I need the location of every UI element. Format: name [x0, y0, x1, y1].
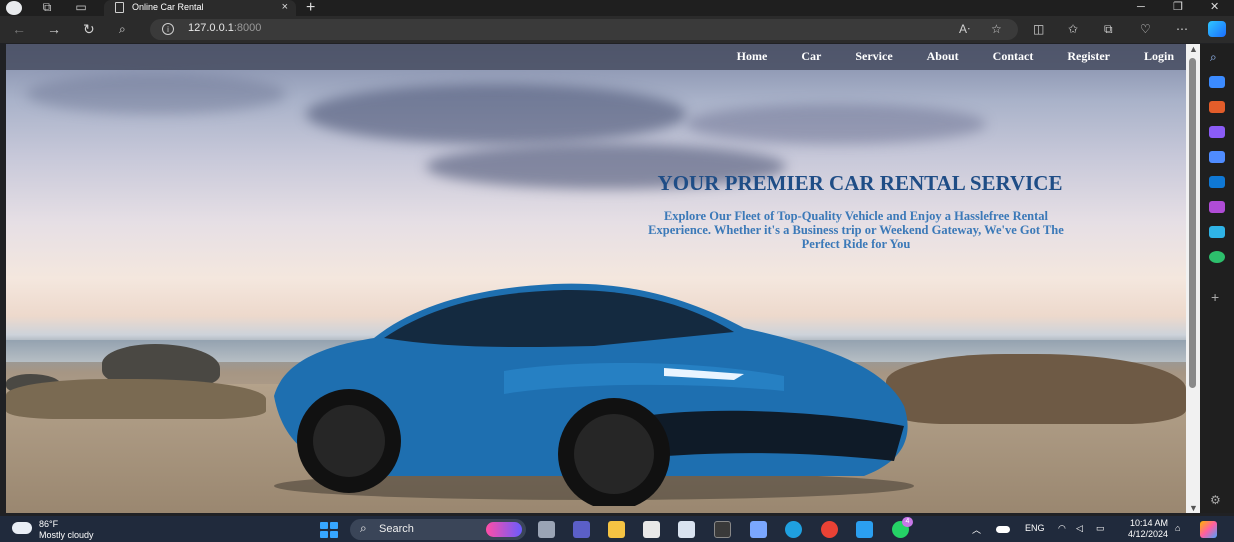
- edge-icon[interactable]: [785, 521, 802, 538]
- clock-time: 10:14 AM: [1129, 518, 1168, 528]
- volume-icon[interactable]: ◁: [1076, 523, 1083, 534]
- taskbar-clock[interactable]: 10:14 AM 4/12/2024: [1122, 518, 1168, 540]
- nav-contact[interactable]: Contact: [971, 44, 1046, 70]
- reload-icon[interactable]: ↻: [83, 22, 95, 36]
- url-host: 127.0.0.1: [188, 22, 234, 34]
- split-screen-icon[interactable]: ◫: [1033, 22, 1044, 36]
- page-scrollbar[interactable]: ▲ ▼: [1186, 44, 1200, 513]
- back-icon[interactable]: ←: [12, 22, 26, 36]
- sidebar-search-icon[interactable]: ⌕: [1210, 50, 1217, 65]
- file-explorer-icon[interactable]: [608, 521, 625, 538]
- language-indicator[interactable]: ENG: [1025, 523, 1045, 533]
- sidebar-tools-icon[interactable]: [1209, 101, 1225, 113]
- windows-taskbar: 86°F Mostly cloudy ⌕ Search 4 ︿ ENG ◠ ◁ …: [0, 516, 1234, 542]
- terminal-icon[interactable]: [714, 521, 731, 538]
- favorite-star-icon[interactable]: ☆: [991, 22, 1002, 36]
- bush: [886, 354, 1186, 424]
- forward-icon[interactable]: →: [47, 22, 61, 36]
- start-button[interactable]: [320, 522, 338, 538]
- collections-icon[interactable]: ⧉: [1104, 22, 1113, 37]
- site-navbar: Home Car Service About Contact Register …: [6, 44, 1186, 70]
- notifications-icon[interactable]: ⌂: [1175, 523, 1180, 533]
- rear-rim: [313, 405, 385, 477]
- sidebar-app-icon[interactable]: [1209, 76, 1225, 88]
- tab-strip: ⧉ ▭ Online Car Rental × + ─ ❐ ✕: [0, 0, 1234, 16]
- nav-login[interactable]: Login: [1122, 44, 1186, 70]
- site-info-icon[interactable]: i: [162, 23, 174, 35]
- nav-service[interactable]: Service: [833, 44, 904, 70]
- task-view-icon[interactable]: [538, 521, 555, 538]
- close-window-icon[interactable]: ✕: [1210, 0, 1219, 15]
- hero-title: YOUR PREMIER CAR RENTAL SERVICE: [657, 171, 1063, 195]
- url-port: :8000: [233, 22, 262, 34]
- search-highlight-graphic: [486, 522, 522, 537]
- tab-title: Online Car Rental: [132, 2, 204, 12]
- tray-overflow-icon[interactable]: ︿: [972, 523, 981, 536]
- site-nav-links: Home Car Service About Contact Register …: [715, 44, 1186, 70]
- favorites-icon[interactable]: ✩: [1068, 22, 1078, 36]
- front-rim: [574, 414, 654, 494]
- nav-about[interactable]: About: [905, 44, 971, 70]
- vscode-icon[interactable]: [856, 521, 873, 538]
- sky-cloud: [26, 74, 286, 114]
- new-tab-button[interactable]: +: [306, 0, 315, 17]
- minimize-icon[interactable]: ─: [1137, 0, 1145, 15]
- browser-essentials-icon[interactable]: ♡: [1140, 22, 1151, 36]
- sidebar-web-icon[interactable]: [1209, 251, 1225, 263]
- edge-sidebar: ⌕ + ⚙: [1200, 44, 1234, 513]
- restore-icon[interactable]: ❐: [1173, 0, 1183, 15]
- hero-subtitle: Explore Our Fleet of Top-Quality Vehicle…: [648, 209, 1064, 251]
- taskbar-search-icon: ⌕: [360, 521, 367, 535]
- tab-online-car-rental[interactable]: Online Car Rental ×: [104, 0, 296, 16]
- clock-date: 4/12/2024: [1127, 529, 1168, 539]
- wifi-icon[interactable]: ◠: [1058, 523, 1066, 534]
- sidebar-send-icon[interactable]: [1209, 226, 1225, 238]
- notepad-icon[interactable]: [678, 521, 695, 538]
- sidebar-games-icon[interactable]: [1209, 126, 1225, 138]
- sidebar-designer-icon[interactable]: [1209, 201, 1225, 213]
- sidebar-settings-icon[interactable]: ⚙: [1210, 493, 1221, 507]
- onedrive-icon[interactable]: [996, 526, 1010, 533]
- sidebar-copilot-icon[interactable]: [1209, 151, 1225, 163]
- teams-icon[interactable]: [573, 521, 590, 538]
- copilot-taskbar-icon[interactable]: [1200, 521, 1217, 538]
- page-icon: [115, 2, 124, 13]
- search-icon[interactable]: ⌕: [119, 22, 126, 36]
- nav-home[interactable]: Home: [715, 44, 780, 70]
- weather-temperature[interactable]: 86°F: [39, 519, 58, 529]
- browser-chrome: ⧉ ▭ Online Car Rental × + ─ ❐ ✕ ← → ↻ ⌕ …: [0, 0, 1234, 43]
- chrome-icon[interactable]: [821, 521, 838, 538]
- scroll-up-icon[interactable]: ▲: [1189, 44, 1198, 54]
- close-tab-icon[interactable]: ×: [282, 0, 288, 15]
- git-app-icon[interactable]: [750, 521, 767, 538]
- bush: [6, 379, 266, 419]
- taskbar-search[interactable]: ⌕ Search: [350, 519, 526, 540]
- battery-icon[interactable]: ▭: [1096, 523, 1105, 534]
- scrollbar-thumb[interactable]: [1189, 58, 1196, 388]
- weather-cloud-icon[interactable]: [12, 522, 32, 534]
- nav-register[interactable]: Register: [1045, 44, 1122, 70]
- more-menu-icon[interactable]: ⋯: [1176, 22, 1188, 36]
- read-aloud-icon[interactable]: Aᐧ: [959, 22, 970, 36]
- workspaces-icon[interactable]: ⧉: [40, 1, 54, 14]
- hero-car-image: [274, 283, 914, 506]
- sky-cloud: [686, 104, 986, 144]
- weather-description[interactable]: Mostly cloudy: [39, 530, 94, 540]
- sidebar-add-icon[interactable]: +: [1211, 289, 1219, 305]
- profile-icon[interactable]: [6, 1, 22, 15]
- scroll-down-icon[interactable]: ▼: [1189, 503, 1198, 513]
- copilot-icon[interactable]: [1208, 21, 1226, 37]
- url-text: 127.0.0.1:8000: [188, 22, 261, 34]
- url-field[interactable]: i 127.0.0.1:8000: [150, 19, 1018, 40]
- nav-car[interactable]: Car: [779, 44, 833, 70]
- store-icon[interactable]: [643, 521, 660, 538]
- whatsapp-badge: 4: [902, 517, 913, 527]
- web-page: Home Car Service About Contact Register …: [6, 44, 1186, 513]
- taskbar-search-label: Search: [379, 523, 414, 535]
- sidebar-outlook-icon[interactable]: [1209, 176, 1225, 188]
- tab-actions-icon[interactable]: ▭: [74, 1, 88, 14]
- sky-cloud: [306, 84, 686, 144]
